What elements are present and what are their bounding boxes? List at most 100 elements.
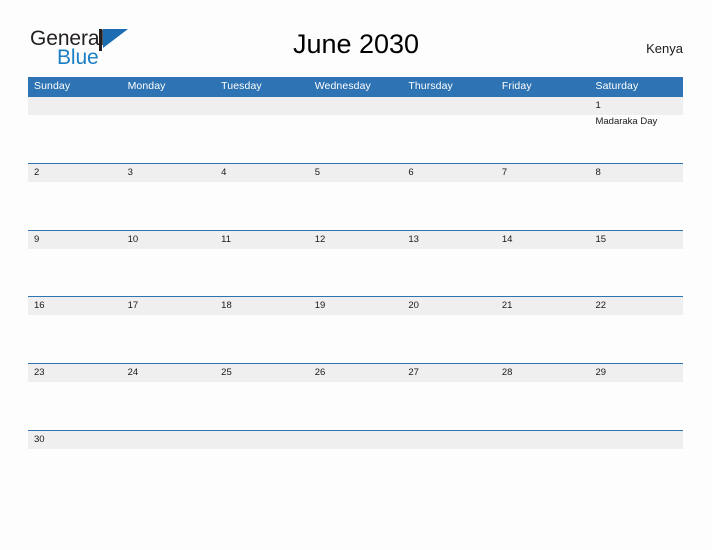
day-number: 25 xyxy=(221,367,232,379)
day-cell[interactable]: 9 xyxy=(28,231,122,249)
day-cell[interactable] xyxy=(309,97,403,115)
day-event-cell[interactable] xyxy=(496,449,590,497)
calendar-grid: Sunday Monday Tuesday Wednesday Thursday… xyxy=(28,77,683,463)
day-cell[interactable]: 7 xyxy=(496,164,590,182)
day-event-cell[interactable] xyxy=(496,115,590,163)
day-event-cell[interactable] xyxy=(122,382,216,430)
page-header: General Blue June 2030 Kenya xyxy=(0,0,712,68)
day-cell[interactable] xyxy=(122,97,216,115)
day-event-cell[interactable]: Madaraka Day xyxy=(589,115,683,163)
day-cell[interactable]: 18 xyxy=(215,297,309,315)
day-event-cell[interactable] xyxy=(215,382,309,430)
day-cell[interactable]: 20 xyxy=(402,297,496,315)
day-event-cell[interactable] xyxy=(402,115,496,163)
day-cell[interactable]: 30 xyxy=(28,431,122,449)
day-cell[interactable]: 4 xyxy=(215,164,309,182)
day-event-cell[interactable] xyxy=(28,382,122,430)
day-event-cell[interactable] xyxy=(122,315,216,363)
day-event-cell[interactable] xyxy=(28,449,122,497)
day-event-cell[interactable] xyxy=(215,249,309,297)
day-cell[interactable] xyxy=(309,431,403,449)
day-event-cell[interactable] xyxy=(402,249,496,297)
day-event-cell[interactable] xyxy=(28,182,122,230)
day-cell[interactable]: 21 xyxy=(496,297,590,315)
day-event-cell[interactable] xyxy=(309,182,403,230)
day-cell[interactable]: 28 xyxy=(496,364,590,382)
day-cell[interactable]: 23 xyxy=(28,364,122,382)
week-row: 1 Madaraka Day xyxy=(28,96,683,163)
day-event-cell[interactable] xyxy=(589,382,683,430)
day-number: 23 xyxy=(34,367,45,379)
day-cell[interactable] xyxy=(215,431,309,449)
day-cell[interactable]: 12 xyxy=(309,231,403,249)
day-cell[interactable]: 15 xyxy=(589,231,683,249)
day-event-cell[interactable] xyxy=(309,382,403,430)
day-cell[interactable] xyxy=(402,431,496,449)
day-cell[interactable] xyxy=(215,97,309,115)
day-event-cell[interactable] xyxy=(402,315,496,363)
day-event-cell[interactable] xyxy=(589,249,683,297)
week-date-band: 9 10 11 12 13 14 15 xyxy=(28,230,683,249)
day-event-cell[interactable] xyxy=(496,382,590,430)
day-number: 21 xyxy=(501,300,513,312)
day-event-cell[interactable] xyxy=(28,249,122,297)
day-event-cell[interactable] xyxy=(122,249,216,297)
day-event-cell[interactable] xyxy=(215,182,309,230)
day-number: 24 xyxy=(127,367,139,379)
day-cell[interactable]: 3 xyxy=(122,164,216,182)
day-cell[interactable]: 10 xyxy=(122,231,216,249)
week-date-band: 16 17 18 19 20 21 22 xyxy=(28,297,683,316)
day-cell[interactable]: 14 xyxy=(496,231,590,249)
week-event-band: Madaraka Day xyxy=(28,115,683,163)
day-cell[interactable]: 17 xyxy=(122,297,216,315)
day-header-wednesday: Wednesday xyxy=(314,80,371,92)
day-event-cell[interactable] xyxy=(28,115,122,163)
day-event-cell[interactable] xyxy=(402,382,496,430)
day-event-cell[interactable] xyxy=(402,449,496,497)
day-cell[interactable]: 26 xyxy=(309,364,403,382)
day-event-cell[interactable] xyxy=(309,249,403,297)
day-event-cell[interactable] xyxy=(309,315,403,363)
day-cell[interactable]: 8 xyxy=(589,164,683,182)
day-event-cell[interactable] xyxy=(122,182,216,230)
day-event-cell[interactable] xyxy=(309,115,403,163)
day-cell[interactable] xyxy=(496,431,590,449)
day-cell[interactable]: 24 xyxy=(122,364,216,382)
day-event-cell[interactable] xyxy=(589,182,683,230)
day-number: 5 xyxy=(314,166,321,178)
day-cell[interactable] xyxy=(496,97,590,115)
day-event-cell[interactable] xyxy=(589,315,683,363)
day-cell[interactable] xyxy=(589,431,683,449)
day-cell[interactable]: 16 xyxy=(28,297,122,315)
day-event-cell[interactable] xyxy=(122,449,216,497)
day-cell[interactable]: 1 xyxy=(589,97,683,115)
day-cell[interactable]: 29 xyxy=(589,364,683,382)
day-event-cell[interactable] xyxy=(309,449,403,497)
day-event-cell[interactable] xyxy=(215,315,309,363)
day-event-cell[interactable] xyxy=(215,449,309,497)
day-cell[interactable]: 6 xyxy=(402,164,496,182)
day-event-cell[interactable] xyxy=(589,449,683,497)
day-cell[interactable] xyxy=(28,97,122,115)
day-number: 3 xyxy=(127,166,133,178)
day-number: 18 xyxy=(221,300,232,312)
day-event-cell[interactable] xyxy=(496,182,590,230)
day-cell[interactable]: 11 xyxy=(215,231,309,249)
day-event-cell[interactable] xyxy=(496,315,590,363)
day-cell[interactable] xyxy=(402,97,496,115)
day-number: 12 xyxy=(314,233,326,245)
day-event-cell[interactable] xyxy=(215,115,309,163)
day-cell[interactable]: 2 xyxy=(28,164,122,182)
day-cell[interactable]: 22 xyxy=(589,297,683,315)
day-cell[interactable]: 25 xyxy=(215,364,309,382)
day-event-cell[interactable] xyxy=(28,315,122,363)
day-number: 13 xyxy=(408,233,419,245)
day-event-cell[interactable] xyxy=(122,115,216,163)
day-cell[interactable] xyxy=(122,431,216,449)
day-cell[interactable]: 5 xyxy=(309,164,403,182)
day-event-cell[interactable] xyxy=(496,249,590,297)
day-cell[interactable]: 19 xyxy=(309,297,403,315)
day-cell[interactable]: 13 xyxy=(402,231,496,249)
day-event-cell[interactable] xyxy=(402,182,496,230)
day-cell[interactable]: 27 xyxy=(402,364,496,382)
